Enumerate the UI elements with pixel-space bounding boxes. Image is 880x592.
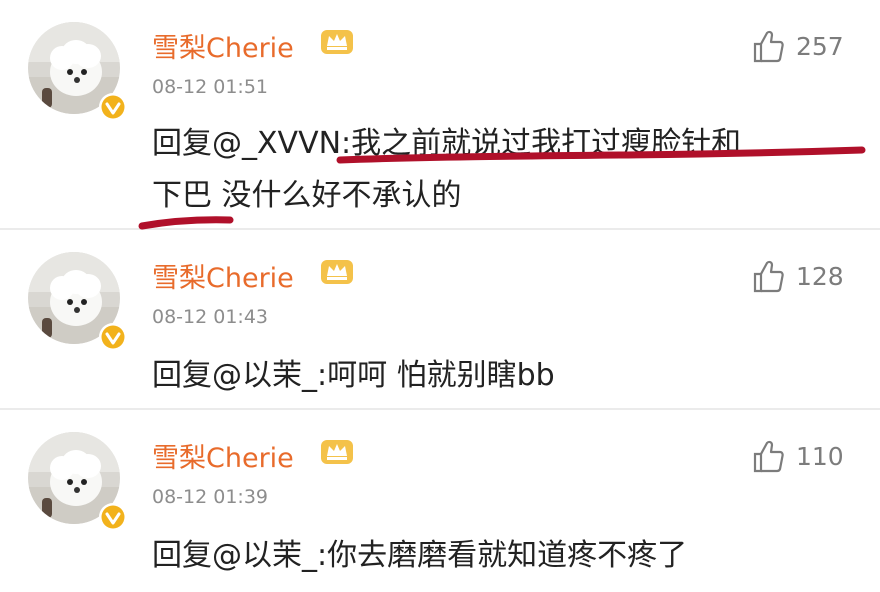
verified-badge-icon xyxy=(99,503,127,531)
reply-prefix: 回复 xyxy=(152,126,212,161)
crown-member-icon xyxy=(321,440,353,464)
mention-link[interactable]: @以茉_ xyxy=(212,538,317,573)
timestamp: 08-12 01:39 xyxy=(152,486,269,508)
comment-text: 回复@以茉_:你去磨磨看就知道疼不疼了 xyxy=(152,530,852,582)
like-count: 257 xyxy=(796,31,844,61)
comment-text: 回复@_XVVN:我之前就说过我打过瘦脸针和 下巴 没什么好不承认的 xyxy=(152,118,852,222)
reply-prefix: 回复 xyxy=(152,358,212,393)
verified-badge-icon xyxy=(99,323,127,351)
avatar[interactable] xyxy=(28,252,127,351)
like-count: 128 xyxy=(796,261,844,291)
like-button[interactable]: 128 xyxy=(752,258,844,294)
username[interactable]: 雪梨Cherie xyxy=(152,26,294,65)
reply-prefix: 回复 xyxy=(152,538,212,573)
like-button[interactable]: 110 xyxy=(752,438,844,474)
comment-text-line2: 下巴 没什么好不承认的 xyxy=(152,178,462,213)
avatar[interactable] xyxy=(28,432,127,531)
comment-item: 雪梨Cherie 08-12 01:43 128 回复@以茉_:呵呵 怕就别瞎b… xyxy=(0,230,880,408)
timestamp: 08-12 01:51 xyxy=(152,76,269,98)
like-button[interactable]: 257 xyxy=(752,28,844,64)
thumbs-up-icon xyxy=(753,440,784,473)
comment-text-line1: :我之前就说过我打过瘦脸针和 xyxy=(341,126,742,161)
comment-item: 雪梨Cherie 08-12 01:39 110 回复@以茉_:你去磨磨看就知道… xyxy=(0,410,880,592)
comment-text: 回复@以茉_:呵呵 怕就别瞎bb xyxy=(152,350,852,402)
username[interactable]: 雪梨Cherie xyxy=(152,256,294,295)
crown-member-icon xyxy=(321,260,353,284)
username[interactable]: 雪梨Cherie xyxy=(152,436,294,475)
verified-badge-icon xyxy=(99,93,127,121)
comment-body: :你去磨磨看就知道疼不疼了 xyxy=(317,538,688,573)
mention-link[interactable]: @_XVVN xyxy=(212,126,341,161)
thumbs-up-icon xyxy=(753,260,784,293)
mention-link[interactable]: @以茉_ xyxy=(212,358,317,393)
comment-body: :呵呵 怕就别瞎bb xyxy=(317,358,555,393)
thumbs-up-icon xyxy=(753,30,784,63)
comment-item: 雪梨Cherie 08-12 01:51 257 回复@_XVVN:我之前就说过… xyxy=(0,0,880,228)
timestamp: 08-12 01:43 xyxy=(152,306,269,328)
like-count: 110 xyxy=(796,441,844,471)
avatar[interactable] xyxy=(28,22,127,121)
crown-member-icon xyxy=(321,30,353,54)
